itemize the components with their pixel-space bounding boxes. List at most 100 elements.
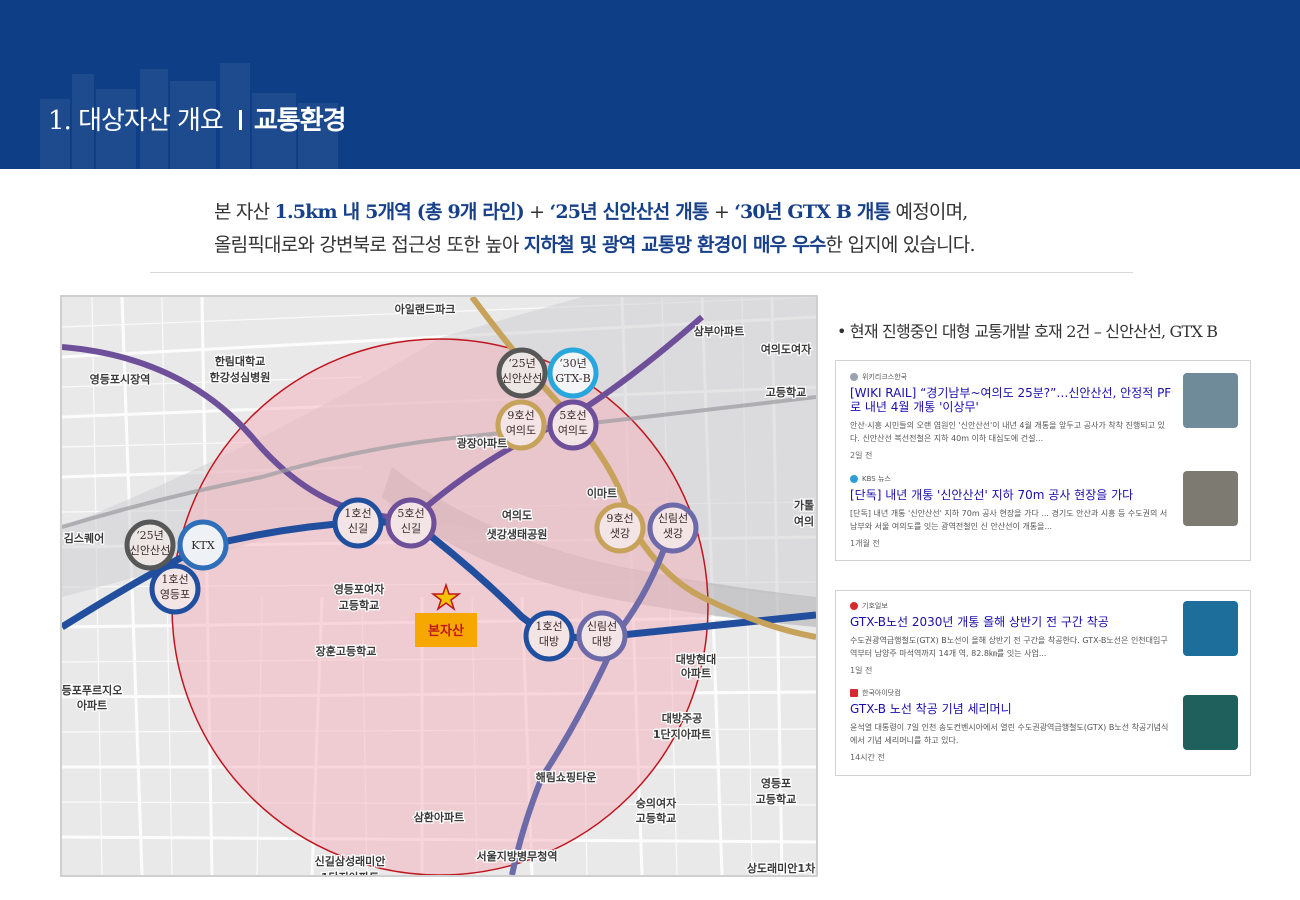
- station-label: 5호선: [397, 507, 424, 520]
- station-badge: 5호선신길: [385, 497, 437, 549]
- place-label: 영등포: [761, 777, 791, 790]
- summary-segment: 본 자산: [214, 201, 275, 223]
- summary-segment: 한 입지에 있습니다.: [825, 234, 976, 256]
- news-thumbnail[interactable]: [1183, 601, 1238, 656]
- station-label: 대방: [592, 635, 612, 648]
- subject-label: 본자산: [428, 623, 464, 639]
- summary-segment: +: [708, 201, 735, 223]
- station-label: KTX: [191, 539, 215, 552]
- place-label: 숭의여자: [636, 796, 677, 810]
- station-label: 신길: [401, 522, 421, 535]
- summary-line-2: 올림픽대로와 강변북로 접근성 또한 높아 지하철 및 광역 교통망 환경이 매…: [214, 229, 976, 262]
- station-label: ‘25년: [508, 357, 536, 370]
- place-label: 신길삼성래미안: [315, 854, 386, 868]
- news-thumbnail[interactable]: [1183, 373, 1238, 428]
- station-badge: 신림선샛강: [647, 502, 699, 554]
- station-label: 9호선: [606, 512, 633, 525]
- summary-highlight: 지하철 및 광역 교통망 환경이 매우 우수: [523, 234, 827, 256]
- station-label: 5호선: [559, 409, 586, 422]
- place-label: 1단지아파트: [321, 870, 379, 875]
- station-label: 여의도: [506, 424, 536, 437]
- news-box-gtxb: 기호일보 GTX-B노선 2030년 개통 올해 상반기 전 구간 착공 수도권…: [835, 590, 1251, 776]
- page-title: 1. 대상자산 개요 교통환경: [48, 100, 347, 137]
- development-bullet: • 현재 진행중인 대형 교통개발 호재 2건 – 신안산선, GTX B: [837, 322, 1218, 341]
- news-thumbnail[interactable]: [1183, 471, 1238, 526]
- station-label: 1호선: [161, 573, 188, 586]
- place-label: 서울지방병무청역: [477, 849, 558, 863]
- place-label: 장훈고등학교: [316, 644, 377, 658]
- title-sub: 교통환경: [253, 106, 347, 136]
- news-title-link[interactable]: [WIKI RAIL] “경기남부~여의도 25분?”…신안산선, 안정적 PF…: [850, 386, 1172, 414]
- source-logo-icon: [850, 475, 858, 483]
- news-time: 2일 전: [850, 451, 873, 460]
- place-label: 여의도여자: [761, 342, 812, 356]
- station-label: 영등포: [160, 588, 190, 601]
- station-label: 1호선: [344, 507, 371, 520]
- place-label: 광장아파트: [457, 436, 508, 450]
- station-label: 신안산선: [130, 544, 170, 557]
- news-title-link[interactable]: [단독] 내년 개통 '신안산선' 지하 70m 공사 현장을 가다: [850, 488, 1172, 502]
- place-label: 삼부아파트: [694, 324, 745, 338]
- summary-segment: 예정이며,: [890, 201, 969, 223]
- source-logo-icon: [850, 689, 858, 697]
- station-badge: 1호선대방: [523, 610, 575, 662]
- place-label: 대방주공: [662, 711, 702, 725]
- place-label: 아파트: [77, 698, 107, 712]
- place-label: 김스퀘어: [64, 531, 104, 545]
- place-label: 등포푸르지오: [62, 683, 122, 697]
- place-label: 샛강생태공원: [487, 527, 548, 541]
- station-label: 9호선: [507, 409, 534, 422]
- place-label: 이마트: [587, 486, 617, 500]
- transit-map: ‘25년 신안산선 KTX 1호선 영등포 1호선 신길 5호선 신길 ‘25년 신안산선 ‘30년 G…: [60, 295, 818, 877]
- station-badge: ‘30년 GTX-B: [547, 347, 599, 399]
- summary-highlight: 1.5km 내 5개역 (총 9개 라인): [274, 201, 525, 223]
- place-label: 1단지아파트: [653, 727, 711, 741]
- station-label: 샛강: [663, 527, 683, 540]
- title-divider: [238, 110, 242, 130]
- summary-segment: 올림픽대로와 강변북로 접근성 또한 높아: [214, 234, 524, 256]
- news-thumbnail[interactable]: [1183, 695, 1238, 750]
- map-svg: ‘25년신안산선 KTX1호선영등포1호선신길5호선신길‘25년신안산선‘30년G…: [62, 297, 816, 875]
- news-time: 1일 전: [850, 666, 873, 675]
- place-label: 고등학교: [636, 811, 676, 825]
- station-badge: 9호선샛강: [594, 502, 646, 554]
- divider-line: [150, 272, 1133, 273]
- place-label: 상도래미안1차: [747, 861, 816, 875]
- place-label: 영등포시장역: [90, 372, 151, 386]
- place-label: 대방현대: [676, 652, 716, 666]
- place-label: 해림쇼핑타운: [536, 770, 597, 784]
- station-label: ‘30년: [559, 357, 587, 370]
- source-logo-icon: [850, 373, 858, 381]
- page-header: 1. 대상자산 개요 교통환경: [0, 0, 1300, 169]
- station-label: 1호선: [535, 620, 562, 633]
- news-item[interactable]: 한국아이닷컴 GTX-B 노선 착공 기념 세리머니 윤석열 대통령이 7일 인…: [836, 685, 1250, 775]
- news-title-link[interactable]: GTX-B노선 2030년 개통 올해 상반기 전 구간 착공: [850, 615, 1172, 629]
- station-label: 신림선: [658, 512, 688, 525]
- news-item[interactable]: 위키리크스한국 [WIKI RAIL] “경기남부~여의도 25분?”…신안산선…: [836, 361, 1250, 465]
- place-label: 영등포여자: [334, 582, 385, 596]
- title-main: 1. 대상자산 개요: [48, 106, 224, 136]
- station-label: 대방: [539, 635, 559, 648]
- place-label: 고등학교: [756, 792, 796, 806]
- summary-highlight: ‘30년 GTX B 개통: [734, 201, 891, 223]
- station-label: 신길: [348, 522, 368, 535]
- news-item[interactable]: KBS 뉴스 [단독] 내년 개통 '신안산선' 지하 70m 공사 현장을 가…: [836, 465, 1250, 569]
- place-label: 한강성심병원: [210, 370, 271, 384]
- news-snippet: 윤석열 대통령이 7일 인천 송도컨벤시아에서 열린 수도권광역급행철도(GTX…: [850, 723, 1169, 745]
- station-label: GTX-B: [555, 372, 590, 385]
- news-title-link[interactable]: GTX-B 노선 착공 기념 세리머니: [850, 702, 1172, 716]
- summary-line-1: 본 자산 1.5km 내 5개역 (총 9개 라인) + ‘25년 신안산선 개…: [214, 196, 975, 229]
- news-time: 1개월 전: [850, 539, 880, 548]
- station-badge: 1호선신길: [332, 497, 384, 549]
- station-label: 샛강: [610, 527, 630, 540]
- news-snippet: 수도권광역급행철도(GTX) B노선이 올해 상반기 전 구간을 착공한다. G…: [850, 636, 1168, 658]
- station-label: ‘25년: [136, 529, 164, 542]
- news-time: 14시간 전: [850, 753, 885, 762]
- station-badge: 1호선영등포: [149, 563, 201, 615]
- station-badge: ‘25년신안산선: [124, 519, 176, 571]
- summary-text: 본 자산 1.5km 내 5개역 (총 9개 라인) + ‘25년 신안산선 개…: [214, 196, 976, 262]
- station-badge: 신림선대방: [576, 610, 628, 662]
- place-label: 여의도: [502, 508, 532, 522]
- news-item[interactable]: 기호일보 GTX-B노선 2030년 개통 올해 상반기 전 구간 착공 수도권…: [836, 591, 1250, 685]
- place-label: 아일랜드파크: [395, 302, 456, 316]
